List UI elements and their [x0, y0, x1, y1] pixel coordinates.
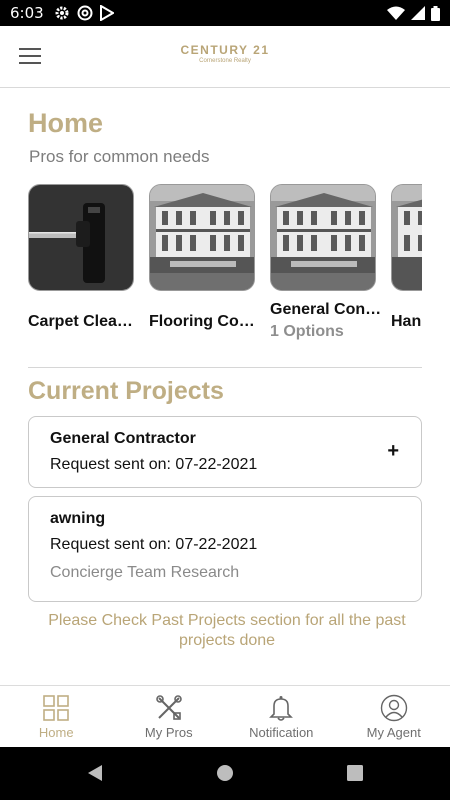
bottom-tab-bar: Home My Pros Notification My Agent — [0, 685, 450, 747]
current-projects-title: Current Projects — [28, 377, 224, 405]
carpet-vacuum-photo — [28, 184, 134, 291]
clock: 6:03 — [10, 4, 44, 22]
house-photo — [270, 184, 376, 291]
pro-name: General Con… — [270, 301, 382, 318]
project-name: awning — [50, 510, 106, 527]
system-nav-bar — [0, 747, 450, 800]
tab-label: Home — [38, 725, 74, 740]
signal-icon — [411, 6, 425, 20]
tab-my-agent[interactable]: My Agent — [338, 686, 450, 747]
project-name: General Contractor — [50, 430, 196, 447]
home-icon[interactable] — [216, 764, 234, 782]
person-icon — [380, 694, 407, 722]
page-title: Home — [28, 108, 104, 138]
house-photo — [149, 184, 255, 291]
app-header: CENTURY 21 Cornerstone Realty — [0, 26, 450, 88]
project-card-awning[interactable]: awning Request sent on: 07-22-2021 Conci… — [28, 496, 422, 602]
tab-label: Notification — [249, 725, 314, 740]
pro-card-handyman[interactable]: Han… — [391, 184, 422, 331]
tab-label: My Agent — [366, 725, 421, 740]
project-date: Request sent on: 07-22-2021 — [50, 536, 258, 553]
project-card-general-contractor[interactable]: General Contractor Request sent on: 07-2… — [28, 416, 422, 488]
brand-subtitle: Cornerstone Realty — [199, 58, 251, 64]
pro-card-carpet-cleaning[interactable]: Carpet Clea… — [28, 184, 138, 331]
pro-options-count: 1 Options — [270, 323, 344, 340]
tab-label: My Pros — [144, 725, 193, 740]
wifi-icon — [387, 6, 405, 20]
back-icon[interactable] — [86, 764, 104, 782]
tab-home[interactable]: Home — [0, 686, 113, 747]
pro-name: Carpet Clea… — [28, 313, 133, 330]
brand-logo: CENTURY 21 Cornerstone Realty — [0, 43, 450, 64]
play-store-icon — [99, 5, 114, 21]
status-bar: 6:03 — [0, 0, 450, 26]
house-photo — [391, 184, 422, 291]
at-sign-icon — [77, 5, 93, 21]
past-projects-note: Please Check Past Projects section for a… — [48, 612, 406, 649]
battery-icon — [431, 5, 440, 21]
project-date: Request sent on: 07-22-2021 — [50, 456, 258, 473]
page-subtitle: Pros for common needs — [29, 147, 210, 166]
tools-icon — [155, 695, 182, 720]
pro-card-general-contractor[interactable]: General Con… 1 Options — [270, 184, 382, 341]
pro-name: Flooring Con… — [149, 313, 261, 330]
gear-icon — [55, 6, 69, 20]
pro-name: Han… — [391, 313, 422, 330]
project-note: Concierge Team Research — [50, 564, 240, 581]
pros-carousel[interactable]: Carpet Clea… Flooring Con… General Con… … — [28, 184, 422, 349]
tab-notification[interactable]: Notification — [225, 686, 338, 747]
brand-name: CENTURY 21 — [180, 43, 270, 57]
section-divider — [28, 367, 422, 368]
tab-my-pros[interactable]: My Pros — [113, 686, 226, 747]
recents-icon[interactable] — [346, 764, 364, 782]
bell-icon — [269, 696, 294, 721]
expand-plus-icon[interactable]: + — [387, 441, 399, 461]
pro-card-flooring-contractor[interactable]: Flooring Con… — [149, 184, 261, 331]
grid-icon — [43, 695, 70, 721]
main-content[interactable]: Home Pros for common needs Carpet Clea… — [0, 88, 450, 685]
